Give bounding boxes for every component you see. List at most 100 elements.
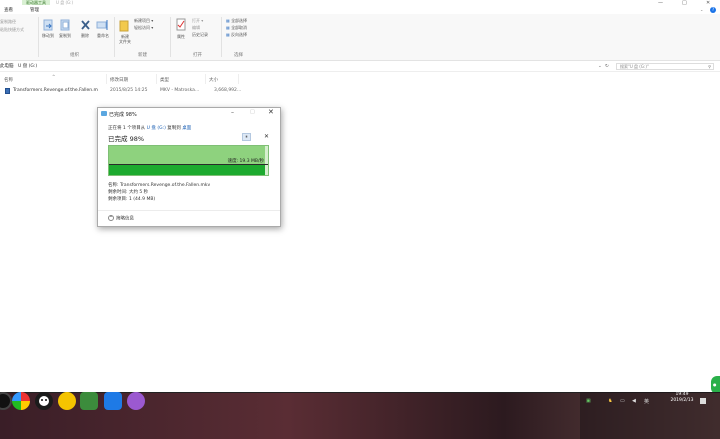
group-label-organize: 组织: [70, 53, 79, 58]
column-header-name[interactable]: 名称: [4, 77, 13, 83]
properties-icon: [176, 18, 186, 32]
tray-qq-icon[interactable]: ♞: [608, 398, 612, 404]
window-title: U 盘 (G:): [56, 0, 74, 5]
select-none-label: 全部取消: [231, 25, 248, 30]
file-type: MKV - Matroska...: [160, 88, 200, 93]
speed-line: [109, 164, 268, 165]
history-label: 历史记录: [192, 32, 208, 37]
divider: [98, 210, 280, 211]
table-row[interactable]: Transformers.Revenge.of.the.Fallen.m 201…: [0, 87, 242, 96]
delete-icon: [80, 19, 91, 31]
dialog-title: 已完成 98%: [109, 112, 137, 118]
app-mask-icon[interactable]: [35, 392, 53, 410]
divider: [170, 17, 171, 57]
dialog-maximize-button[interactable]: □: [250, 109, 255, 115]
file-size: 3,668,992...: [214, 88, 242, 93]
select-none-button[interactable]: ▦ 全部取消: [226, 25, 247, 31]
start-icon[interactable]: [0, 392, 12, 410]
delete-button[interactable]: 删除: [78, 33, 92, 39]
copy-path-label: 复制路径: [0, 19, 16, 24]
chevron-up-icon: ^: [108, 215, 114, 221]
column-header-modified[interactable]: 修改日期: [110, 77, 128, 83]
copy-source-line: 正在将 1 个项目从 U 盘 (G:) 复制到 桌面: [108, 125, 191, 131]
dialog-minimize-button[interactable]: –: [231, 109, 234, 116]
history-button[interactable]: 历史记录: [192, 32, 208, 38]
copy-progress-dialog: 已完成 98% – □ ✕ 正在将 1 个项目从 U 盘 (G:) 复制到 桌面…: [97, 107, 281, 227]
group-label-select: 选择: [234, 53, 243, 58]
move-to-button[interactable]: 移动到: [40, 33, 56, 39]
column-headers: ^ 名称 修改日期 类型 大小: [0, 74, 720, 84]
chevron-down-icon[interactable]: ⌄: [700, 7, 703, 12]
drive-tools-tab[interactable]: 驱动器工具: [22, 0, 50, 5]
fewer-details-button[interactable]: ^ 简略信息: [108, 215, 134, 222]
column-header-type[interactable]: 类型: [160, 77, 169, 83]
help-icon[interactable]: ?: [710, 7, 716, 13]
new-item-button[interactable]: 新建项目 ▾: [134, 18, 153, 24]
dialog-close-button[interactable]: ✕: [268, 108, 274, 116]
source-drive-link[interactable]: U 盘 (G:): [147, 126, 166, 131]
paste-shortcut-label: 粘贴快捷方式: [0, 27, 24, 32]
dest-link[interactable]: 桌面: [182, 126, 191, 131]
chrome-icon[interactable]: [12, 392, 30, 410]
items-remaining: 剩余项目: 1 (44.9 MB): [108, 197, 156, 202]
invert-selection-button[interactable]: ▦ 反向选择: [226, 32, 247, 38]
source-prefix: 正在将 1 个项目从: [108, 126, 146, 131]
rename-button[interactable]: 重命名: [94, 33, 112, 39]
select-all-button[interactable]: ▦ 全部选择: [226, 18, 247, 24]
tray-app-icon[interactable]: ▣: [586, 398, 591, 404]
invert-selection-label: 反向选择: [231, 32, 248, 37]
paste-shortcut-button[interactable]: 粘贴快捷方式: [0, 27, 24, 33]
refresh-icon[interactable]: ↻: [605, 63, 609, 70]
wechat-icon[interactable]: [80, 392, 98, 410]
file-modified: 2015/8/25 14:25: [110, 88, 148, 93]
tray-volume-icon[interactable]: ◀: [632, 398, 636, 404]
new-folder-button[interactable]: 新建 文件夹: [117, 34, 133, 44]
app-yellow-icon[interactable]: [58, 392, 76, 410]
move-to-icon: [43, 19, 54, 31]
notification-icon[interactable]: [700, 398, 706, 404]
search-icon: ⚲: [708, 64, 711, 69]
group-label-new: 新建: [138, 53, 147, 58]
tray-network-icon[interactable]: ▭: [620, 398, 625, 404]
video-file-icon: [5, 88, 10, 94]
divider: [221, 17, 222, 57]
tab-view[interactable]: 查看: [4, 7, 13, 13]
taskbar: ▣ ♞ ▭ ◀ 英 19:49 2019/2/13: [0, 392, 720, 439]
time-remaining: 剩余时间: 大约 5 秒: [108, 190, 149, 195]
fewer-details-label: 简略信息: [116, 216, 134, 222]
tab-manage[interactable]: 管理: [30, 7, 39, 13]
clock-date: 2019/2/13: [670, 398, 694, 403]
open-button[interactable]: 打开 ▾: [192, 18, 203, 24]
pause-button[interactable]: ⏸: [242, 133, 251, 141]
divider: [114, 17, 115, 57]
file-name: Transformers.Revenge.of.the.Fallen.m: [13, 88, 98, 93]
transfer-speed: 速度: 19.3 MB/秒: [227, 159, 264, 164]
address-dropdown-icon[interactable]: ⌄: [598, 63, 602, 70]
edit-button[interactable]: 编辑: [192, 25, 200, 31]
app-purple-icon[interactable]: [127, 392, 145, 410]
copy-to-icon: [60, 19, 71, 31]
mail-icon[interactable]: [104, 392, 122, 410]
new-folder-icon: [119, 18, 129, 32]
invert-selection-icon: ▦: [226, 32, 230, 37]
tray-input-icon[interactable]: 英: [644, 398, 649, 405]
divider: [38, 17, 39, 57]
address-bar[interactable]: 此电脑 › U 盘 (G:) ⌄ ↻: [0, 63, 612, 70]
source-mid: 复制到: [167, 126, 181, 131]
taskbar-clock[interactable]: 19:49 2019/2/13: [668, 392, 696, 404]
rename-icon: [96, 19, 109, 31]
stop-button[interactable]: ✕: [264, 133, 269, 140]
column-header-size[interactable]: 大小: [209, 77, 218, 83]
search-input[interactable]: 搜索"U 盘 (G:)" ⚲: [616, 63, 714, 70]
copy-path-button[interactable]: 复制路径: [0, 19, 16, 25]
group-label-open: 打开: [193, 53, 202, 58]
copy-to-button[interactable]: 复制到: [57, 33, 73, 39]
properties-button[interactable]: 属性: [174, 34, 188, 40]
new-item-label: 新建项目: [134, 18, 150, 23]
select-all-label: 全部选择: [231, 18, 248, 23]
breadcrumb[interactable]: U 盘 (G:): [18, 63, 37, 70]
easy-access-label: 轻松访问: [134, 25, 150, 30]
easy-access-button[interactable]: 轻松访问 ▾: [134, 25, 153, 31]
transfer-speed-graph: 速度: 19.3 MB/秒: [108, 145, 269, 176]
breadcrumb-separator-icon: ›: [12, 64, 14, 69]
